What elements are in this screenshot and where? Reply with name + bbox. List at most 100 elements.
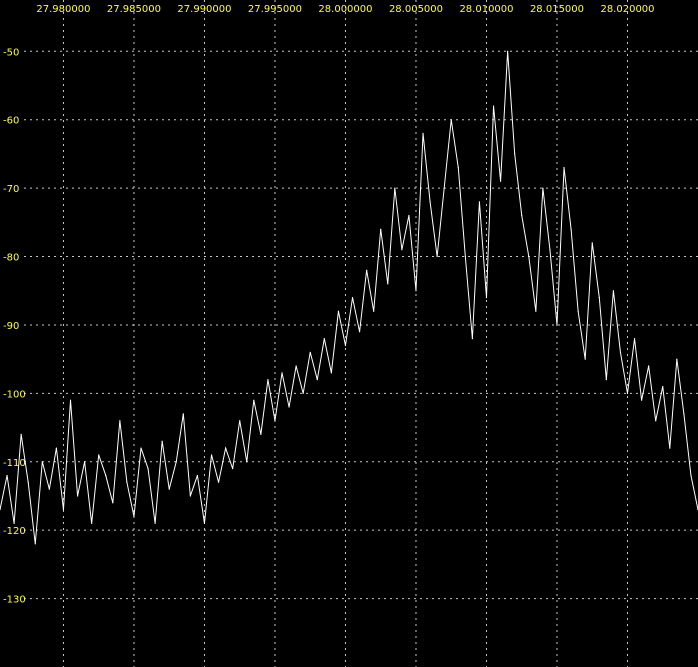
trace-point xyxy=(309,351,311,353)
trace-point xyxy=(584,358,586,360)
x-tick-label: 28.015000 xyxy=(530,4,584,15)
trace-point xyxy=(175,461,177,463)
trace-point xyxy=(373,310,375,312)
trace-point xyxy=(288,406,290,408)
trace-point xyxy=(344,344,347,347)
trace-point xyxy=(401,249,403,251)
trace-point xyxy=(556,324,558,326)
trace-point xyxy=(492,105,495,107)
y-tick-label: -120 xyxy=(3,526,26,537)
trace-point xyxy=(62,509,65,511)
trace-point xyxy=(330,372,332,374)
y-tick-label: -130 xyxy=(3,595,26,606)
trace-point xyxy=(48,488,50,490)
trace-point xyxy=(648,365,650,367)
y-tick-label: -110 xyxy=(3,458,26,469)
trace-point xyxy=(239,420,241,422)
y-tick-label: -70 xyxy=(3,184,19,195)
y-tick-label: -90 xyxy=(3,321,19,332)
x-tick-label: 28.005000 xyxy=(389,4,443,15)
trace-point xyxy=(225,447,227,449)
x-tick-label: 27.995000 xyxy=(248,4,302,15)
trace-point xyxy=(351,296,354,299)
trace-point xyxy=(260,433,262,436)
trace-point xyxy=(203,522,206,524)
trace-point xyxy=(358,331,361,333)
trace-point xyxy=(13,522,15,524)
trace-point xyxy=(542,187,544,189)
trace-point xyxy=(563,167,565,169)
x-tick-label: 27.985000 xyxy=(107,4,161,15)
trace-point xyxy=(112,502,114,504)
spectrum-chart: 27.980000 27.985000 27.990000 27.995000 28.0… xyxy=(0,0,698,667)
trace-point xyxy=(626,392,629,394)
trace-point xyxy=(182,413,184,415)
trace-point xyxy=(549,249,551,251)
x-tick-label: 27.980000 xyxy=(36,4,90,15)
trace-point xyxy=(126,481,128,483)
trace-point xyxy=(337,310,340,312)
trace-point xyxy=(232,468,234,470)
trace-point xyxy=(76,495,79,497)
trace-point xyxy=(676,358,678,360)
trace-point xyxy=(528,255,530,258)
trace-point xyxy=(478,201,481,203)
trace-point xyxy=(323,338,325,340)
trace-point xyxy=(415,290,417,292)
trace-point xyxy=(612,290,614,292)
trace-point xyxy=(366,269,368,271)
trace-point xyxy=(380,228,382,230)
trace-point xyxy=(443,187,445,189)
trace-point xyxy=(154,522,156,524)
trace-point xyxy=(295,365,297,367)
trace-point xyxy=(246,461,248,463)
trace-point xyxy=(507,50,509,52)
trace-point xyxy=(394,187,396,189)
trace-point xyxy=(485,296,488,299)
trace-point xyxy=(514,153,516,155)
trace-point xyxy=(408,214,410,217)
trace-point xyxy=(633,338,636,340)
trace-point xyxy=(591,242,593,244)
trace-point xyxy=(598,296,600,299)
x-tick-label: 28.010000 xyxy=(459,4,513,15)
trace-point xyxy=(119,420,121,422)
trace-point xyxy=(577,310,579,312)
x-tick-label: 28.000000 xyxy=(318,4,372,15)
trace-point xyxy=(84,461,86,463)
trace-point xyxy=(499,180,502,182)
trace-point xyxy=(210,454,213,456)
trace-point xyxy=(267,379,269,381)
trace-point xyxy=(34,543,36,545)
trace-point xyxy=(133,515,135,518)
trace-point xyxy=(55,447,58,449)
trace-point xyxy=(662,385,664,388)
trace-point xyxy=(196,474,199,477)
y-tick-label: -80 xyxy=(3,253,19,264)
trace-point xyxy=(91,522,93,524)
plot-background xyxy=(0,0,698,667)
x-tick-label: 28.020000 xyxy=(600,4,654,15)
trace-point xyxy=(436,255,438,258)
trace-point xyxy=(105,474,107,477)
trace-point xyxy=(535,310,537,312)
trace-point xyxy=(20,433,22,436)
x-tick-label: 27.990000 xyxy=(177,4,231,15)
trace-point xyxy=(450,119,452,121)
trace-point xyxy=(302,392,304,394)
y-tick-label: -60 xyxy=(3,116,19,127)
trace-point xyxy=(521,214,523,217)
trace-point xyxy=(690,474,692,477)
trace-point xyxy=(6,474,8,477)
trace-point xyxy=(387,283,389,285)
trace-point xyxy=(429,201,431,203)
trace-point xyxy=(471,338,473,340)
y-tick-label: -50 xyxy=(3,47,19,58)
trace-point xyxy=(641,399,643,401)
trace-point xyxy=(422,132,424,134)
trace-point xyxy=(464,255,466,258)
trace-point xyxy=(281,372,283,374)
trace-point xyxy=(655,420,657,422)
trace-point xyxy=(316,379,318,381)
trace-point xyxy=(619,351,622,353)
